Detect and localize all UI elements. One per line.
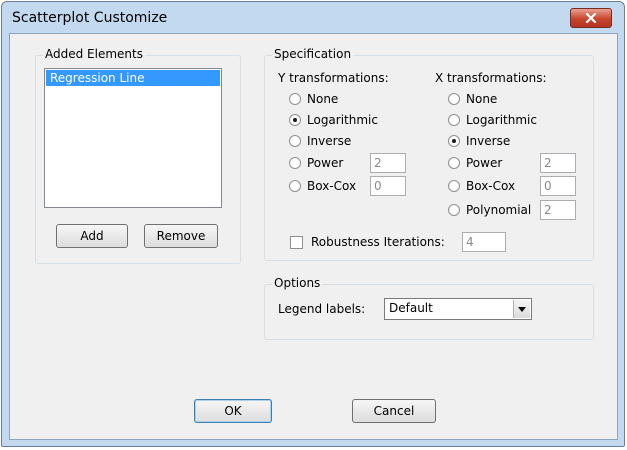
y-radio-power[interactable]: Power [289, 156, 343, 170]
x-radio-polynomial[interactable]: Polynomial [448, 203, 531, 217]
close-icon [585, 13, 597, 23]
ok-button[interactable]: OK [194, 399, 272, 423]
robustness-label: Robustness Iterations: [311, 235, 445, 249]
robustness-input[interactable]: 4 [462, 232, 506, 252]
x-radio-none[interactable]: None [448, 92, 497, 106]
legend-labels-select[interactable]: Default [384, 298, 532, 320]
x-polynomial-input[interactable]: 2 [540, 200, 576, 220]
options-legend: Options [272, 276, 323, 290]
window-title: Scatterplot Customize [12, 10, 168, 26]
radio-circle [289, 180, 301, 192]
specification-legend: Specification [272, 47, 354, 61]
radio-circle [448, 204, 460, 216]
y-radio-inverse[interactable]: Inverse [289, 134, 351, 148]
dialog-window: Scatterplot Customize Added Elements Reg… [1, 1, 625, 447]
cancel-button[interactable]: Cancel [352, 399, 436, 423]
add-button[interactable]: Add [56, 224, 128, 248]
radio-circle [289, 157, 301, 169]
radio-circle [448, 180, 460, 192]
radio-circle [448, 114, 460, 126]
y-boxcox-input[interactable]: 0 [370, 176, 406, 196]
robustness-checkbox[interactable] [290, 236, 303, 249]
x-radio-boxcox[interactable]: Box-Cox [448, 179, 515, 193]
legend-labels-value: Default [389, 301, 433, 315]
x-power-input[interactable]: 2 [540, 153, 576, 173]
close-button[interactable] [570, 8, 612, 28]
radio-circle [448, 93, 460, 105]
x-radio-logarithmic[interactable]: Logarithmic [448, 113, 537, 127]
x-transformations-heading: X transformations: [435, 71, 547, 85]
x-radio-inverse[interactable]: Inverse [448, 134, 510, 148]
y-radio-logarithmic[interactable]: Logarithmic [289, 113, 378, 127]
chevron-down-icon[interactable] [513, 300, 530, 318]
y-radio-none[interactable]: None [289, 92, 338, 106]
radio-circle-selected [448, 135, 460, 147]
x-radio-power[interactable]: Power [448, 156, 502, 170]
remove-button[interactable]: Remove [144, 224, 218, 248]
added-elements-list[interactable]: Regression Line [44, 68, 222, 208]
y-transformations-heading: Y transformations: [278, 71, 389, 85]
x-boxcox-input[interactable]: 0 [540, 176, 576, 196]
legend-labels-label: Legend labels: [278, 302, 366, 316]
list-item[interactable]: Regression Line [46, 70, 220, 86]
radio-circle [448, 157, 460, 169]
added-elements-legend: Added Elements [43, 47, 145, 61]
radio-circle [289, 135, 301, 147]
y-power-input[interactable]: 2 [370, 153, 406, 173]
radio-circle-selected [289, 114, 301, 126]
y-radio-boxcox[interactable]: Box-Cox [289, 179, 356, 193]
radio-circle [289, 93, 301, 105]
dialog-client: Added Elements Regression Line Add Remov… [9, 33, 618, 440]
